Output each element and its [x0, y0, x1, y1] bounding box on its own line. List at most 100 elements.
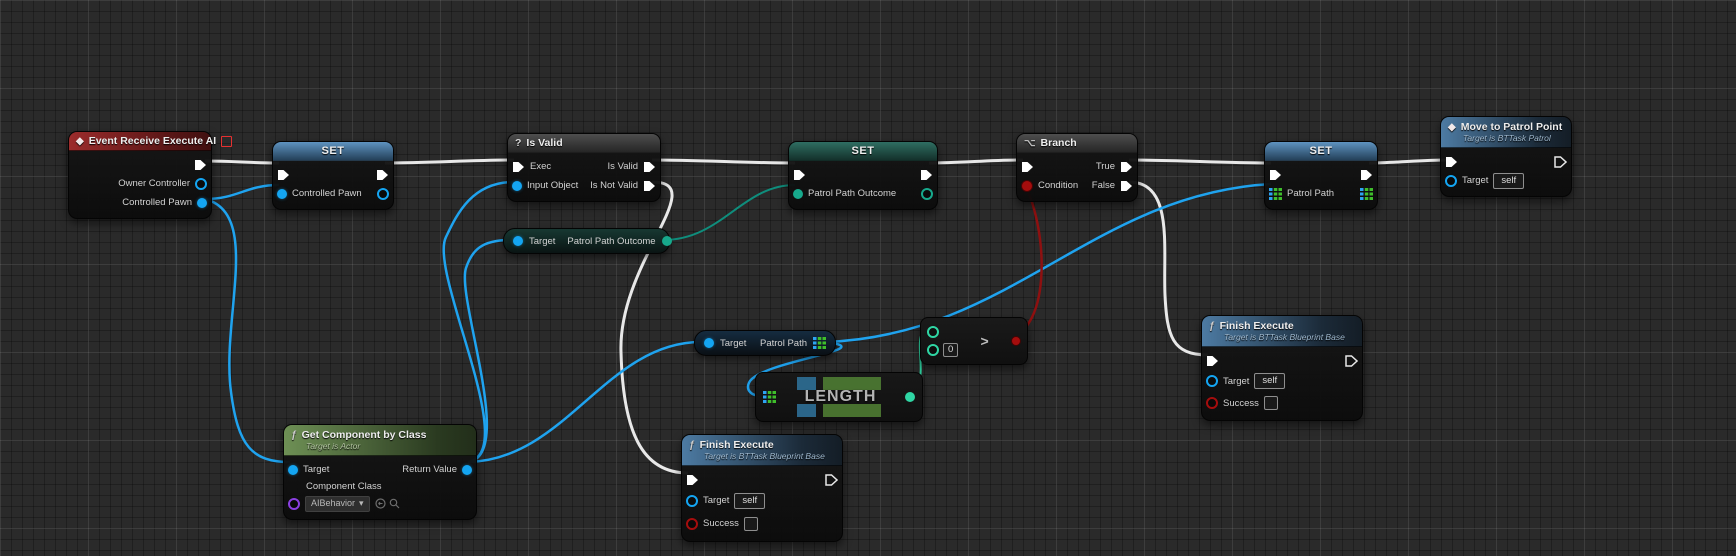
pin-label: True [1096, 161, 1115, 172]
pin-label: Patrol Path [1287, 188, 1334, 199]
node-header: ◆ Event Receive Execute AI [69, 132, 211, 151]
target-pin[interactable] [704, 338, 714, 348]
node-finish-execute-bottom[interactable]: ƒ Finish Execute Target is BTTask Bluepr… [681, 434, 843, 542]
greater-input-b-value[interactable]: 0 [943, 343, 958, 357]
target-pin[interactable] [288, 465, 298, 475]
node-event-receive-execute-ai[interactable]: ◆ Event Receive Execute AI Owner Control… [68, 131, 212, 219]
node-subtitle: Target is Actor [291, 441, 360, 451]
pin-label: Exec [530, 161, 551, 172]
patrol-path-array-out-pin[interactable] [813, 337, 826, 349]
patrol-path-array-in-pin[interactable] [1269, 188, 1282, 200]
input-object-pin[interactable] [512, 181, 522, 191]
exec-in-pin[interactable] [277, 169, 290, 181]
node-get-patrol-path-outcome[interactable]: Target Patrol Path Outcome [503, 228, 670, 254]
success-checkbox[interactable] [1264, 396, 1278, 410]
greater-input-b-pin[interactable] [927, 344, 939, 356]
success-checkbox[interactable] [744, 517, 758, 531]
success-pin[interactable] [686, 518, 698, 530]
exec-out-pin[interactable] [920, 169, 933, 181]
node-move-to-patrol-point[interactable]: ◆ Move to Patrol Point Target is BTTask … [1440, 116, 1572, 197]
controlled-pawn-in-pin[interactable] [277, 189, 287, 199]
node-set-controlled-pawn[interactable]: SET Controlled Pawn [272, 141, 394, 210]
node-header: SET [1265, 142, 1377, 161]
pin-label: Target [703, 495, 729, 506]
node-set-patrol-path[interactable]: SET Patrol Path [1264, 141, 1378, 210]
target-self-input[interactable]: self [734, 493, 765, 509]
pin-label: Input Object [527, 180, 578, 191]
pin-label: Owner Controller [118, 178, 190, 189]
pin-label: Target [720, 338, 746, 349]
target-pin[interactable] [686, 495, 698, 507]
exec-in-pin[interactable] [1206, 355, 1219, 367]
exec-in-pin[interactable] [793, 169, 806, 181]
exec-out-pin[interactable] [1554, 156, 1567, 168]
patrol-path-outcome-in-pin[interactable] [793, 189, 803, 199]
node-title: Is Valid [526, 137, 562, 149]
node-set-patrol-path-outcome[interactable]: SET Patrol Path Outcome [788, 141, 938, 210]
return-value-pin[interactable] [462, 465, 472, 475]
exec-in-pin[interactable] [1445, 156, 1458, 168]
patrol-path-outcome-out-pin[interactable] [921, 188, 933, 200]
node-is-valid[interactable]: ? Is Valid Exec Is Valid Input Object Is… [507, 133, 661, 202]
exec-out-pin[interactable] [194, 159, 207, 171]
pin-label: Controlled Pawn [292, 188, 362, 199]
node-branch[interactable]: ⌥ Branch True Condition False [1016, 133, 1138, 202]
exec-in-pin[interactable] [1269, 169, 1282, 181]
function-icon: ƒ [291, 430, 297, 441]
wire-return-to-isvalid-input [444, 182, 514, 462]
is-valid-exec-out-pin[interactable] [643, 161, 656, 173]
reset-to-default-icon[interactable] [375, 498, 386, 509]
wire-exec-isnotvalid-to-finish [621, 182, 688, 473]
node-header: ƒ Get Component by Class Target is Actor [284, 425, 476, 456]
event-icon: ◆ [76, 136, 84, 147]
node-get-patrol-path[interactable]: Target Patrol Path [694, 330, 836, 356]
red-square-icon [221, 136, 232, 147]
exec-out-pin[interactable] [1360, 169, 1373, 181]
node-greater[interactable]: 0 > [920, 317, 1028, 365]
exec-out-pin[interactable] [1345, 355, 1358, 367]
pin-label: Success [703, 518, 739, 529]
function-icon: ƒ [1209, 321, 1215, 332]
node-title: Finish Execute [1220, 320, 1294, 332]
patrol-path-array-out-pin[interactable] [1360, 188, 1373, 200]
is-not-valid-exec-out-pin[interactable] [643, 180, 656, 192]
node-finish-execute-right[interactable]: ƒ Finish Execute Target is BTTask Bluepr… [1201, 315, 1363, 421]
controlled-pawn-pin[interactable] [197, 198, 207, 208]
exec-in-pin[interactable] [1021, 161, 1034, 173]
node-header: ⌥ Branch [1017, 134, 1137, 153]
condition-pin[interactable] [1021, 180, 1033, 192]
array-in-pin[interactable] [763, 391, 776, 403]
target-self-input[interactable]: self [1493, 173, 1524, 189]
wire-pawn-to-set-input [205, 185, 279, 199]
target-pin[interactable] [1206, 375, 1218, 387]
greater-result-pin[interactable] [1011, 336, 1021, 346]
patrol-path-outcome-out-pin[interactable] [662, 236, 672, 246]
target-pin[interactable] [513, 236, 523, 246]
success-pin[interactable] [1206, 397, 1218, 409]
wire-return-to-path-target [468, 342, 701, 462]
exec-out-pin[interactable] [825, 474, 838, 486]
wire-exec-set-to-isvalid [385, 160, 514, 163]
question-icon: ? [515, 137, 521, 149]
node-title: SET [322, 145, 345, 157]
true-exec-out-pin[interactable] [1120, 161, 1133, 173]
exec-in-pin[interactable] [686, 474, 699, 486]
controlled-pawn-out-pin[interactable] [377, 188, 389, 200]
target-self-input[interactable]: self [1254, 373, 1285, 389]
component-class-dropdown[interactable]: AIBehavior ▾ [305, 496, 370, 512]
node-get-component-by-class[interactable]: ƒ Get Component by Class Target is Actor… [283, 424, 477, 520]
component-class-pin[interactable] [288, 498, 300, 510]
exec-out-pin[interactable] [376, 169, 389, 181]
false-exec-out-pin[interactable] [1120, 180, 1133, 192]
target-pin[interactable] [1445, 175, 1457, 187]
node-title: Move to Patrol Point [1461, 121, 1563, 133]
blueprint-graph-canvas[interactable]: ◆ Event Receive Execute AI Owner Control… [0, 0, 1736, 556]
length-out-pin[interactable] [905, 392, 915, 402]
node-array-length[interactable]: LENGTH [755, 372, 923, 422]
event-icon: ◆ [1448, 122, 1456, 133]
node-header: SET [789, 142, 937, 161]
greater-input-a-pin[interactable] [927, 326, 939, 338]
owner-controller-pin[interactable] [195, 178, 207, 190]
search-icon[interactable] [389, 498, 400, 509]
exec-in-pin[interactable] [512, 161, 525, 173]
